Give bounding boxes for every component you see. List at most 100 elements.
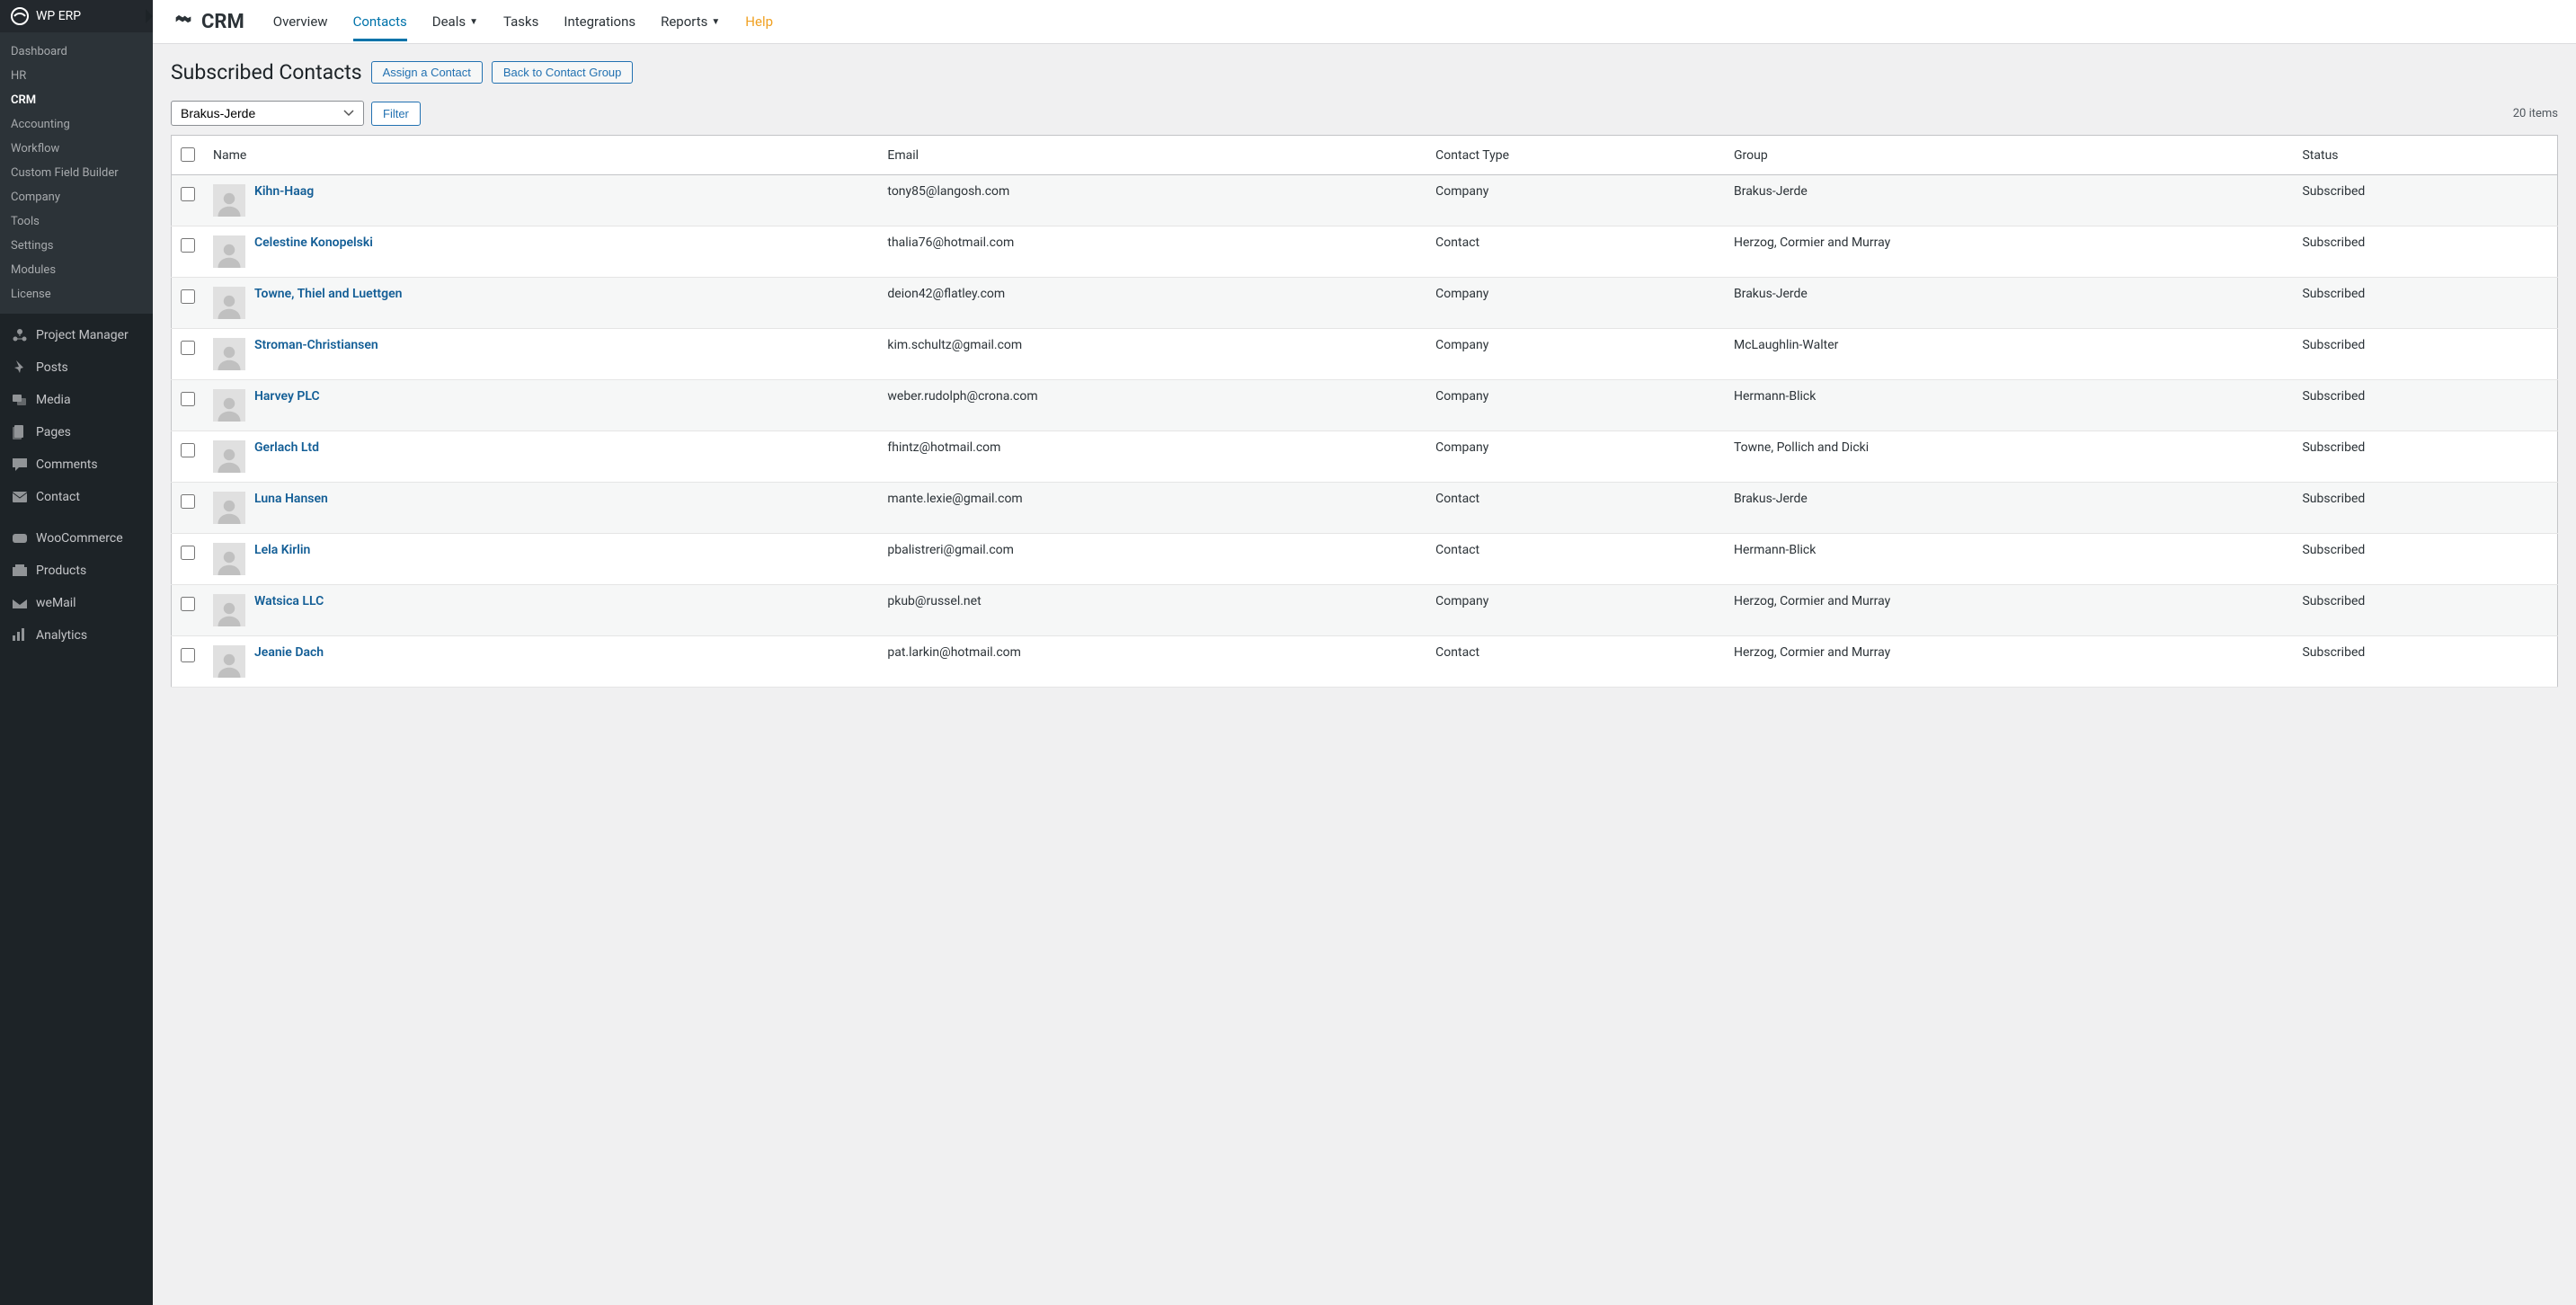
avatar <box>213 184 245 217</box>
contact-name-link[interactable]: Stroman-Christiansen <box>254 338 378 352</box>
contact-name-link[interactable]: Gerlach Ltd <box>254 440 319 455</box>
cell-group: Brakus-Jerde <box>1725 278 2293 329</box>
nav-integrations[interactable]: Integrations <box>564 2 635 41</box>
chevron-down-icon: ▼ <box>711 17 720 27</box>
sidebar-submenu-item-hr[interactable]: HR <box>0 64 153 88</box>
row-checkbox[interactable] <box>181 597 195 611</box>
sidebar-item-products[interactable]: Products <box>0 555 153 587</box>
sidebar-item-posts[interactable]: Posts <box>0 351 153 384</box>
sidebar-item-label: weMail <box>36 596 76 610</box>
contact-name-link[interactable]: Towne, Thiel and Luettgen <box>254 287 402 301</box>
row-checkbox[interactable] <box>181 392 195 406</box>
chevron-down-icon: ▼ <box>469 17 478 27</box>
media-icon <box>11 391 29 409</box>
sidebar-item-comments[interactable]: Comments <box>0 448 153 481</box>
cell-email: pat.larkin@hotmail.com <box>878 636 1426 688</box>
sidebar-item-wemail[interactable]: weMail <box>0 587 153 619</box>
row-checkbox[interactable] <box>181 238 195 253</box>
cell-email: thalia76@hotmail.com <box>878 226 1426 278</box>
sidebar-item-media[interactable]: Media <box>0 384 153 416</box>
contact-name-link[interactable]: Watsica LLC <box>254 594 324 608</box>
row-checkbox[interactable] <box>181 648 195 662</box>
nav-reports[interactable]: Reports ▼ <box>661 2 720 41</box>
nav-deals[interactable]: Deals ▼ <box>432 2 478 41</box>
sidebar-submenu-item-tools[interactable]: Tools <box>0 209 153 234</box>
table-row: Lela Kirlinpbalistreri@gmail.comContactH… <box>172 534 2558 585</box>
avatar <box>213 492 245 524</box>
sidebar-item-analytics[interactable]: Analytics <box>0 619 153 652</box>
cell-type: Company <box>1426 329 1725 380</box>
sidebar-item-pages[interactable]: Pages <box>0 416 153 448</box>
nav-overview[interactable]: Overview <box>273 2 328 41</box>
products-icon <box>11 562 29 580</box>
back-to-group-button[interactable]: Back to Contact Group <box>492 61 634 84</box>
col-status[interactable]: Status <box>2293 136 2557 175</box>
cell-type: Contact <box>1426 636 1725 688</box>
row-checkbox[interactable] <box>181 494 195 509</box>
cell-email: kim.schultz@gmail.com <box>878 329 1426 380</box>
cell-group: Brakus-Jerde <box>1725 175 2293 226</box>
col-type[interactable]: Contact Type <box>1426 136 1725 175</box>
row-checkbox[interactable] <box>181 289 195 304</box>
cell-status: Subscribed <box>2293 636 2557 688</box>
sidebar-submenu-item-crm[interactable]: CRM <box>0 88 153 112</box>
select-all-checkbox[interactable] <box>181 147 195 162</box>
cell-group: Hermann-Blick <box>1725 380 2293 431</box>
sidebar-submenu-item-settings[interactable]: Settings <box>0 234 153 258</box>
sidebar-brand-label: WP ERP <box>36 9 81 23</box>
sidebar-submenu-item-modules[interactable]: Modules <box>0 258 153 282</box>
filter-button[interactable]: Filter <box>371 102 421 126</box>
row-checkbox[interactable] <box>181 546 195 560</box>
sidebar-submenu-item-workflow[interactable]: Workflow <box>0 137 153 161</box>
avatar <box>213 594 245 626</box>
sidebar-item-project-manager[interactable]: Project Manager <box>0 319 153 351</box>
avatar <box>213 287 245 319</box>
sidebar-item-contact[interactable]: Contact <box>0 481 153 513</box>
contact-name-link[interactable]: Celestine Konopelski <box>254 235 373 250</box>
mail-icon <box>11 488 29 506</box>
sidebar-item-woocommerce[interactable]: WooCommerce <box>0 522 153 555</box>
cell-email: pkub@russel.net <box>878 585 1426 636</box>
main-area: CRM OverviewContactsDeals ▼TasksIntegrat… <box>153 0 2576 1305</box>
sidebar-submenu-item-custom-field-builder[interactable]: Custom Field Builder <box>0 161 153 185</box>
contact-name-link[interactable]: Lela Kirlin <box>254 543 310 557</box>
cell-group: Towne, Pollich and Dicki <box>1725 431 2293 483</box>
nav-tasks[interactable]: Tasks <box>503 2 538 41</box>
sidebar-item-label: Products <box>36 564 86 578</box>
cell-status: Subscribed <box>2293 380 2557 431</box>
contact-name-link[interactable]: Harvey PLC <box>254 389 320 404</box>
cell-status: Subscribed <box>2293 431 2557 483</box>
contact-name-link[interactable]: Luna Hansen <box>254 492 328 506</box>
nav-help[interactable]: Help <box>745 2 773 41</box>
table-row: Towne, Thiel and Luettgen deion42@flatley… <box>172 278 2558 329</box>
table-row: Stroman-Christiansen kim.schultz@gmail.co… <box>172 329 2558 380</box>
col-name[interactable]: Name <box>204 136 878 175</box>
cell-type: Contact <box>1426 226 1725 278</box>
sidebar-item-label: Project Manager <box>36 328 129 342</box>
row-checkbox[interactable] <box>181 187 195 201</box>
table-row: Gerlach Ltdfhintz@hotmail.comCompanyTown… <box>172 431 2558 483</box>
sidebar-submenu-item-company[interactable]: Company <box>0 185 153 209</box>
col-email[interactable]: Email <box>878 136 1426 175</box>
col-group[interactable]: Group <box>1725 136 2293 175</box>
cell-email: weber.rudolph@crona.com <box>878 380 1426 431</box>
row-checkbox[interactable] <box>181 341 195 355</box>
sidebar-submenu-item-accounting[interactable]: Accounting <box>0 112 153 137</box>
cell-group: Herzog, Cormier and Murray <box>1725 636 2293 688</box>
cell-status: Subscribed <box>2293 534 2557 585</box>
row-checkbox[interactable] <box>181 443 195 457</box>
assign-contact-button[interactable]: Assign a Contact <box>371 61 483 84</box>
sidebar-submenu-item-dashboard[interactable]: Dashboard <box>0 40 153 64</box>
group-filter-select[interactable]: Brakus-Jerde <box>171 101 364 126</box>
contact-name-link[interactable]: Jeanie Dach <box>254 645 324 660</box>
nav-contacts[interactable]: Contacts <box>353 2 407 41</box>
contact-name-link[interactable]: Kihn-Haag <box>254 184 314 199</box>
cell-type: Company <box>1426 175 1725 226</box>
table-row: Jeanie Dach pat.larkin@hotmail.comContact… <box>172 636 2558 688</box>
cell-group: Brakus-Jerde <box>1725 483 2293 534</box>
sidebar-submenu-item-license[interactable]: License <box>0 282 153 306</box>
sidebar-brand[interactable]: WP ERP <box>0 0 153 32</box>
cell-email: deion42@flatley.com <box>878 278 1426 329</box>
cell-group: McLaughlin-Walter <box>1725 329 2293 380</box>
cell-email: tony85@langosh.com <box>878 175 1426 226</box>
